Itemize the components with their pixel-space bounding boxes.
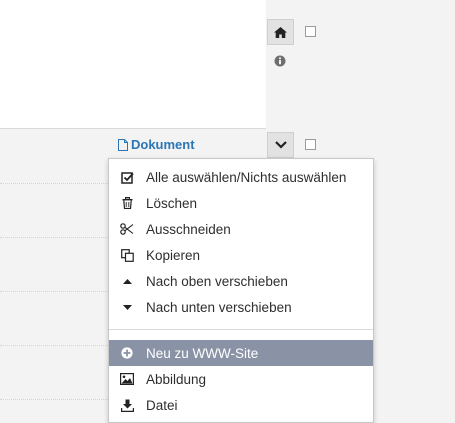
trash-icon [120,196,134,210]
menu-item-file[interactable]: Datei [109,392,373,418]
home-icon [274,26,287,38]
document-link[interactable]: Dokument [118,137,195,152]
select-checkbox[interactable] [305,26,316,37]
menu-item-label: Datei [146,397,178,413]
row-divider [0,399,108,400]
home-button[interactable] [267,19,294,45]
menu-divider [109,329,373,330]
content-panel [0,0,266,129]
download-icon [120,398,134,412]
menu-item-label: Abbildung [146,371,207,387]
menu-item-label: Nach oben verschieben [146,273,288,289]
row-divider [0,291,108,292]
menu-item-move-up[interactable]: Nach oben verschieben [109,268,373,294]
menu-item-image[interactable]: Abbildung [109,366,373,392]
menu-item-label: Kopieren [146,247,201,263]
menu-item-label: Löschen [146,195,198,211]
checkbox-check-icon [120,170,134,184]
menu-item-delete[interactable]: Löschen [109,190,373,216]
row-divider [0,237,108,238]
menu-item-move-down[interactable]: Nach unten verschieben [109,294,373,320]
image-icon [120,372,134,386]
actions-dropdown-menu: Alle auswählen/Nichts auswählen Löschen … [108,158,374,423]
dropdown-toggle-button[interactable] [267,132,294,158]
select-checkbox[interactable] [305,139,316,150]
menu-item-label: Nach unten verschieben [146,299,292,315]
row-divider [0,345,108,346]
menu-item-label: Neu zu WWW-Site [146,345,259,361]
chevron-down-icon [274,141,287,149]
menu-item-cut[interactable]: Ausschneiden [109,216,373,242]
info-icon[interactable] [274,55,286,67]
menu-item-new-www-site[interactable]: Neu zu WWW-Site [109,340,373,366]
file-icon [118,138,128,151]
menu-item-label: Alle auswählen/Nichts auswählen [146,169,347,185]
menu-item-copy[interactable]: Kopieren [109,242,373,268]
caret-up-icon [120,274,134,288]
copy-icon [120,248,134,262]
menu-item-label: Ausschneiden [146,221,231,237]
caret-down-icon [120,300,134,314]
plus-circle-icon [120,346,134,360]
row-divider [0,183,108,184]
menu-item-select-all[interactable]: Alle auswählen/Nichts auswählen [109,164,373,190]
scissors-icon [120,222,134,236]
document-label: Dokument [131,137,195,152]
